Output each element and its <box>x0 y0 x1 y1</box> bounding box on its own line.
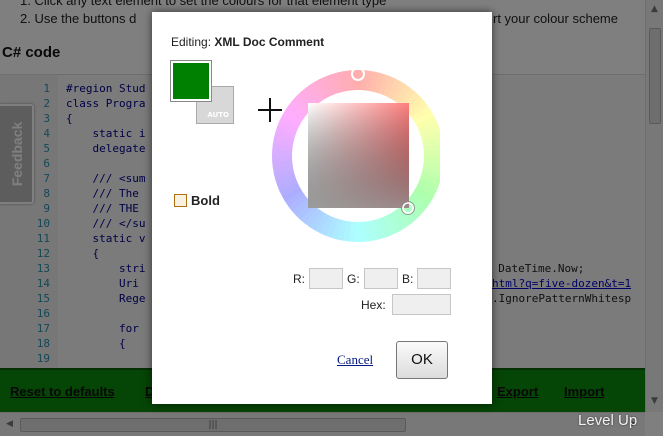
b-label: B: <box>402 272 414 286</box>
r-label: R: <box>293 272 305 286</box>
ok-button[interactable]: OK <box>396 341 448 379</box>
g-label: G: <box>347 272 360 286</box>
bold-label: Bold <box>191 193 220 208</box>
element-name: XML Doc Comment <box>214 35 325 49</box>
editing-heading: Editing: XML Doc Comment <box>171 35 324 49</box>
g-input[interactable] <box>364 268 398 289</box>
editing-label: Editing: <box>171 35 212 49</box>
b-input[interactable] <box>417 268 451 289</box>
bold-checkbox[interactable] <box>174 194 187 207</box>
hex-input[interactable] <box>392 294 451 315</box>
auto-label: AUTO <box>207 111 229 119</box>
saturation-shade <box>308 103 409 208</box>
hex-label: Hex: <box>361 298 386 312</box>
current-color-swatch[interactable] <box>171 61 211 101</box>
r-input[interactable] <box>309 268 343 289</box>
color-wheel[interactable] <box>264 64 440 254</box>
watermark: Level Up <box>578 412 638 429</box>
cancel-link[interactable]: Cancel <box>337 352 373 368</box>
color-picker-dialog: Editing: XML Doc Comment AUTO Bold R: G: <box>152 12 492 404</box>
